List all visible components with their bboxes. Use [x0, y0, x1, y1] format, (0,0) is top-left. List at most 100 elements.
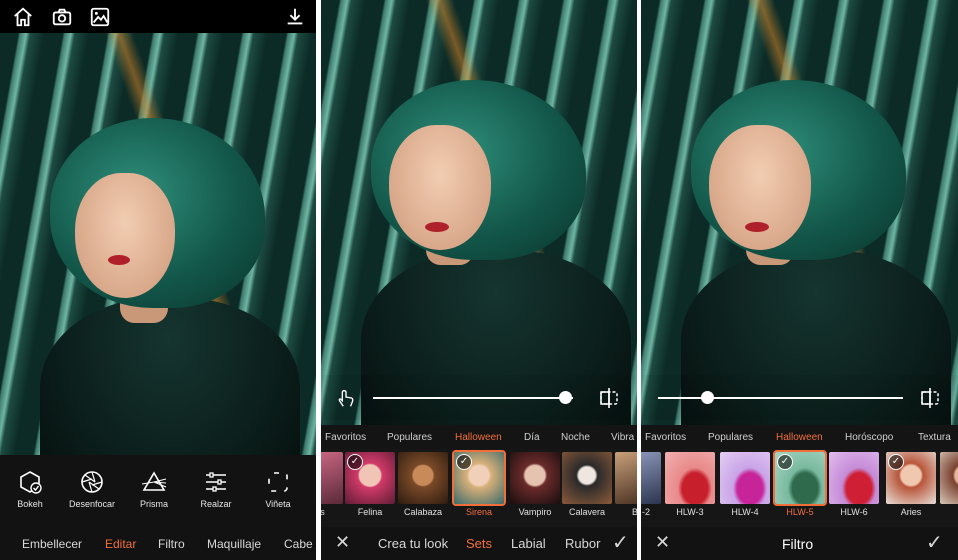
- confirm-check-icon[interactable]: ✓: [926, 530, 943, 555]
- filter-categories: Favoritos Populares Halloween Horóscopo …: [641, 425, 958, 449]
- filter-label: HLW-3: [676, 507, 704, 517]
- filter-label: HLW-5: [786, 507, 814, 517]
- tab-sets[interactable]: Sets: [466, 536, 492, 551]
- category-populares[interactable]: Populares: [387, 432, 432, 443]
- filter-label: HLW-6: [840, 507, 868, 517]
- confirm-check-icon[interactable]: ✓: [608, 530, 629, 555]
- category-halloween[interactable]: Halloween: [455, 432, 502, 443]
- screen-filtro: Favoritos Populares Halloween Horóscopo …: [641, 0, 958, 560]
- look-thumb-felina[interactable]: ✓: [345, 452, 395, 504]
- category-textura[interactable]: Textura: [918, 432, 951, 443]
- download-icon[interactable]: [284, 6, 306, 28]
- filter-strength-track[interactable]: [658, 397, 903, 399]
- filter-thumb-partial[interactable]: [641, 452, 661, 504]
- look-thumb-calabaza[interactable]: [398, 452, 448, 504]
- filter-carousel: ✓ ✓ -2 HLW-3 HLW-4 HLW-5 HLW-6 Aries: [641, 449, 958, 527]
- applied-check-icon: ✓: [777, 454, 793, 470]
- look-thumb-partial[interactable]: [615, 452, 637, 504]
- tab-editar[interactable]: Editar: [105, 537, 136, 551]
- tool-vineta[interactable]: Viñeta: [248, 469, 308, 509]
- camera-icon[interactable]: [51, 6, 73, 28]
- tab-cabello[interactable]: Cabe: [284, 537, 313, 551]
- photo-subject-body: [40, 298, 300, 455]
- screen-editar: Bokeh Desenfocar Prisma Realzar Viñeta E…: [0, 0, 316, 560]
- look-label: Vampiro: [518, 507, 552, 517]
- look-thumb-vampiro[interactable]: [510, 452, 560, 504]
- look-label: Calabaza: [403, 507, 443, 517]
- look-thumb-calavera[interactable]: [562, 452, 612, 504]
- intensity-slider-row: [321, 375, 637, 420]
- tab-rubor[interactable]: Rubor: [565, 536, 600, 551]
- tab-embellecer[interactable]: Embellecer: [22, 537, 82, 551]
- photo-canvas[interactable]: [321, 0, 637, 425]
- gallery-icon[interactable]: [89, 6, 111, 28]
- close-icon[interactable]: ✕: [655, 532, 670, 553]
- home-icon[interactable]: [12, 6, 34, 28]
- tool-label: Viñeta: [265, 499, 291, 509]
- category-favoritos[interactable]: Favoritos: [325, 432, 366, 443]
- filter-thumb-aries[interactable]: ✓: [886, 452, 936, 504]
- filter-bottom-bar: ✕ Filtro ✓: [641, 527, 958, 560]
- filter-thumb-hlw-5[interactable]: ✓: [773, 450, 827, 506]
- page-title: Filtro: [782, 536, 814, 552]
- tool-desenfocar[interactable]: Desenfocar: [62, 469, 122, 509]
- tool-realzar[interactable]: Realzar: [186, 469, 246, 509]
- category-halloween[interactable]: Halloween: [776, 432, 823, 443]
- compare-icon[interactable]: [597, 386, 621, 410]
- tool-label: Bokeh: [17, 499, 43, 509]
- touch-hand-icon[interactable]: [335, 387, 357, 409]
- category-favoritos[interactable]: Favoritos: [645, 432, 686, 443]
- makeup-bottom-bar: ✕ Crea tu look Sets Labial Rubor ✓: [321, 527, 637, 560]
- category-vibra[interactable]: Vibra: [611, 432, 634, 443]
- tool-bokeh[interactable]: Bokeh: [0, 469, 60, 509]
- prism-icon: [141, 471, 167, 491]
- edit-tools: Bokeh Desenfocar Prisma Realzar Viñeta: [0, 455, 316, 527]
- tab-filtro[interactable]: Filtro: [158, 537, 185, 551]
- vignette-icon: [268, 472, 288, 492]
- category-horoscopo[interactable]: Horóscopo: [845, 432, 893, 443]
- filter-strength-knob[interactable]: [700, 391, 714, 404]
- tool-label: Realzar: [200, 499, 232, 509]
- look-categories: Favoritos Populares Halloween Día Noche …: [321, 425, 637, 449]
- tab-labial[interactable]: Labial: [511, 536, 546, 551]
- bokeh-icon: [20, 471, 42, 494]
- tab-crea-tu-look[interactable]: Crea tu look: [378, 536, 448, 551]
- look-label: Felina: [357, 507, 383, 517]
- sliders-icon: [206, 472, 226, 492]
- look-thumb-sirena[interactable]: ✓: [452, 450, 506, 506]
- filter-thumb-partial[interactable]: [940, 452, 958, 504]
- top-toolbar: [0, 0, 316, 33]
- photo-subject-lips: [425, 222, 449, 232]
- filter-thumb-hlw-4[interactable]: [720, 452, 770, 504]
- applied-check-icon: ✓: [347, 454, 363, 470]
- screen-maquillaje: Favoritos Populares Halloween Día Noche …: [321, 0, 637, 560]
- photo-subject-face: [75, 173, 175, 298]
- look-label: Sirena: [465, 507, 492, 517]
- close-icon[interactable]: ✕: [335, 532, 350, 553]
- applied-check-icon: ✓: [888, 454, 904, 470]
- tool-prisma[interactable]: Prisma: [124, 469, 184, 509]
- compare-icon[interactable]: [918, 386, 942, 410]
- category-noche[interactable]: Noche: [561, 432, 590, 443]
- filter-label: HLW-4: [731, 507, 759, 517]
- look-carousel: ✓ ✓ rs Felina Calabaza Sirena Vampiro Ca…: [321, 449, 637, 527]
- tool-label: Desenfocar: [68, 499, 116, 509]
- filter-thumb-hlw-3[interactable]: [665, 452, 715, 504]
- photo-subject-lips: [745, 222, 769, 232]
- photo-subject-lips: [108, 255, 130, 265]
- main-tabs: Embellecer Editar Filtro Maquillaje Cabe: [0, 527, 316, 560]
- intensity-slider-track[interactable]: [373, 397, 573, 399]
- tab-maquillaje[interactable]: Maquillaje: [207, 537, 261, 551]
- category-dia[interactable]: Día: [524, 432, 540, 443]
- look-thumb-partial[interactable]: [321, 452, 343, 504]
- filter-strength-row: [641, 375, 958, 420]
- tool-label: Prisma: [139, 499, 168, 509]
- aperture-icon: [81, 471, 103, 493]
- intensity-slider-knob[interactable]: [558, 391, 572, 404]
- photo-canvas[interactable]: [0, 33, 316, 455]
- photo-canvas[interactable]: [641, 0, 958, 425]
- filter-thumb-hlw-6[interactable]: [829, 452, 879, 504]
- applied-check-icon: ✓: [456, 454, 472, 470]
- filter-label: Aries: [900, 507, 922, 517]
- category-populares[interactable]: Populares: [708, 432, 753, 443]
